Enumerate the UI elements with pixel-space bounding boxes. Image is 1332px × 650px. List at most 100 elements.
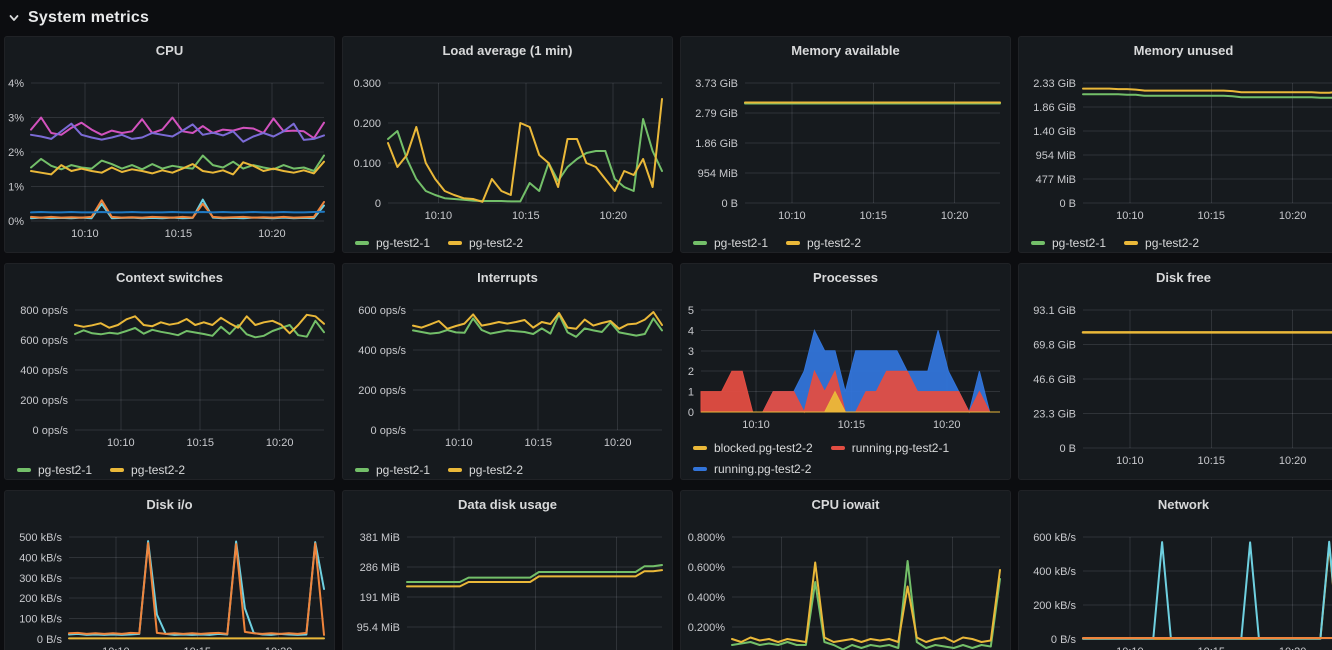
svg-text:10:15: 10:15 (165, 228, 193, 240)
svg-text:191 MiB: 191 MiB (360, 592, 400, 604)
svg-text:10:10: 10:10 (425, 210, 453, 222)
svg-text:1.40 GiB: 1.40 GiB (1033, 126, 1076, 138)
legend-item[interactable]: pg-test2-1 (355, 459, 430, 480)
legend-item[interactable]: running.pg-test2-1 (831, 437, 949, 458)
legend-label: pg-test2-1 (1052, 236, 1106, 250)
chart-data-disk-usage[interactable]: 95.4 MiB191 MiB286 MiB381 MiB10:1010:151… (343, 519, 673, 650)
panel-memory-available: Memory available 0 B954 MiB1.86 GiB2.79 … (680, 36, 1011, 253)
svg-text:10:20: 10:20 (1279, 455, 1307, 467)
svg-text:0%: 0% (8, 216, 24, 228)
legend: pg-test2-1 pg-test2-2 (1019, 232, 1332, 253)
panel-title[interactable]: CPU iowait (681, 491, 1010, 519)
panel-title[interactable]: Interrupts (343, 264, 672, 292)
chart-memory-unused[interactable]: 0 B477 MiB954 MiB1.40 GiB1.86 GiB2.33 Gi… (1019, 65, 1332, 232)
svg-text:10:20: 10:20 (1279, 646, 1307, 650)
svg-text:0.100: 0.100 (353, 158, 381, 170)
svg-text:10:20: 10:20 (933, 419, 961, 431)
chart-cpu-iowait[interactable]: 0.200%0.400%0.600%0.800%10:1010:1510:20 (681, 519, 1011, 650)
svg-text:2%: 2% (8, 147, 24, 159)
svg-text:0 B/s: 0 B/s (1051, 634, 1077, 646)
svg-text:2.33 GiB: 2.33 GiB (1033, 78, 1076, 90)
legend-item[interactable]: pg-test2-1 (17, 459, 92, 480)
legend-item[interactable]: pg-test2-1 (355, 232, 430, 253)
svg-text:46.6 GiB: 46.6 GiB (1033, 374, 1076, 386)
svg-text:600 ops/s: 600 ops/s (20, 335, 68, 347)
panel-title[interactable]: Context switches (5, 264, 334, 292)
panel-title[interactable]: Data disk usage (343, 491, 672, 519)
svg-text:10:10: 10:10 (102, 646, 130, 650)
legend-swatch (448, 468, 462, 472)
legend-label: blocked.pg-test2-2 (714, 441, 813, 455)
svg-text:400 kB/s: 400 kB/s (19, 552, 62, 564)
legend-item[interactable]: blocked.pg-test2-2 (693, 437, 813, 458)
legend-item[interactable]: pg-test2-2 (1124, 232, 1199, 253)
legend-item[interactable]: pg-test2-2 (448, 232, 523, 253)
panel-title[interactable]: Memory unused (1019, 37, 1332, 65)
svg-text:3%: 3% (8, 113, 24, 125)
chart-load-average[interactable]: 00.1000.2000.30010:1010:1510:20 (343, 65, 673, 232)
panel-cpu-iowait: CPU iowait 0.200%0.400%0.600%0.800%10:10… (680, 490, 1011, 650)
chart-interrupts[interactable]: 0 ops/s200 ops/s400 ops/s600 ops/s10:101… (343, 292, 673, 459)
chart-cpu[interactable]: 0%1%2%3%4%10:1010:1510:20 (5, 65, 335, 253)
svg-text:10:20: 10:20 (604, 437, 632, 449)
svg-text:10:15: 10:15 (859, 210, 887, 222)
legend-item[interactable]: pg-test2-2 (786, 232, 861, 253)
legend-label: pg-test2-1 (714, 236, 768, 250)
svg-text:10:20: 10:20 (599, 210, 627, 222)
chart-processes[interactable]: 01234510:1010:1510:20 (681, 292, 1011, 437)
chart-network[interactable]: 0 B/s200 kB/s400 kB/s600 kB/s10:1010:151… (1019, 519, 1332, 650)
chart-disk-free[interactable]: 0 B23.3 GiB46.6 GiB69.8 GiB93.1 GiB10:10… (1019, 292, 1332, 480)
legend: blocked.pg-test2-2 running.pg-test2-1 runn… (681, 437, 1010, 480)
legend-item[interactable]: pg-test2-1 (693, 232, 768, 253)
svg-text:0.200: 0.200 (353, 118, 381, 130)
chart-memory-available[interactable]: 0 B954 MiB1.86 GiB2.79 GiB3.73 GiB10:101… (681, 65, 1011, 232)
svg-text:381 MiB: 381 MiB (360, 532, 400, 544)
legend-item[interactable]: pg-test2-1 (1031, 232, 1106, 253)
panel-title[interactable]: Disk i/o (5, 491, 334, 519)
svg-text:200 kB/s: 200 kB/s (1033, 600, 1076, 612)
legend-label: pg-test2-2 (807, 236, 861, 250)
svg-text:10:10: 10:10 (445, 437, 473, 449)
svg-text:400 ops/s: 400 ops/s (358, 345, 406, 357)
legend-item[interactable]: pg-test2-2 (448, 459, 523, 480)
panel-title[interactable]: Disk free (1019, 264, 1332, 292)
panel-memory-unused: Memory unused 0 B477 MiB954 MiB1.40 GiB1… (1018, 36, 1332, 253)
panel-title[interactable]: Memory available (681, 37, 1010, 65)
legend-item[interactable]: running.pg-test2-2 (693, 458, 811, 479)
legend-label: pg-test2-2 (469, 463, 523, 477)
panel-title[interactable]: CPU (5, 37, 334, 65)
svg-text:10:15: 10:15 (524, 437, 552, 449)
svg-text:95.4 MiB: 95.4 MiB (357, 622, 400, 634)
svg-text:10:20: 10:20 (1279, 210, 1307, 222)
panel-title[interactable]: Processes (681, 264, 1010, 292)
svg-text:100 kB/s: 100 kB/s (19, 614, 62, 626)
svg-text:10:20: 10:20 (266, 437, 294, 449)
legend-label: running.pg-test2-2 (714, 462, 811, 476)
svg-text:1: 1 (688, 387, 694, 399)
chart-disk-io[interactable]: 0 B/s100 kB/s200 kB/s300 kB/s400 kB/s500… (5, 519, 335, 650)
panel-title[interactable]: Load average (1 min) (343, 37, 672, 65)
panel-cpu: CPU 0%1%2%3%4%10:1010:1510:20 (4, 36, 335, 253)
svg-text:600 kB/s: 600 kB/s (1033, 532, 1076, 544)
dashboard-grid: CPU 0%1%2%3%4%10:1010:1510:20 Load avera… (4, 36, 1332, 650)
svg-text:0 ops/s: 0 ops/s (371, 425, 407, 437)
panel-load-average: Load average (1 min) 00.1000.2000.30010:… (342, 36, 673, 253)
svg-text:0.600%: 0.600% (688, 562, 726, 574)
chart-context-switches[interactable]: 0 ops/s200 ops/s400 ops/s600 ops/s800 op… (5, 292, 335, 459)
svg-text:0.300: 0.300 (353, 78, 381, 90)
svg-text:0.800%: 0.800% (688, 532, 726, 544)
svg-text:10:15: 10:15 (1197, 210, 1225, 222)
section-header[interactable]: System metrics (0, 0, 1332, 36)
svg-text:10:10: 10:10 (778, 210, 806, 222)
svg-text:10:20: 10:20 (265, 646, 293, 650)
svg-text:2: 2 (688, 366, 694, 378)
svg-text:10:15: 10:15 (1197, 646, 1225, 650)
panel-title[interactable]: Network (1019, 491, 1332, 519)
legend: pg-test2-1 pg-test2-2 (343, 459, 672, 480)
svg-text:300 kB/s: 300 kB/s (19, 573, 62, 585)
legend-item[interactable]: pg-test2-2 (110, 459, 185, 480)
panel-disk-free: Disk free 0 B23.3 GiB46.6 GiB69.8 GiB93.… (1018, 263, 1332, 480)
svg-text:800 ops/s: 800 ops/s (20, 305, 68, 317)
svg-text:3: 3 (688, 346, 694, 358)
svg-text:10:10: 10:10 (1116, 210, 1144, 222)
